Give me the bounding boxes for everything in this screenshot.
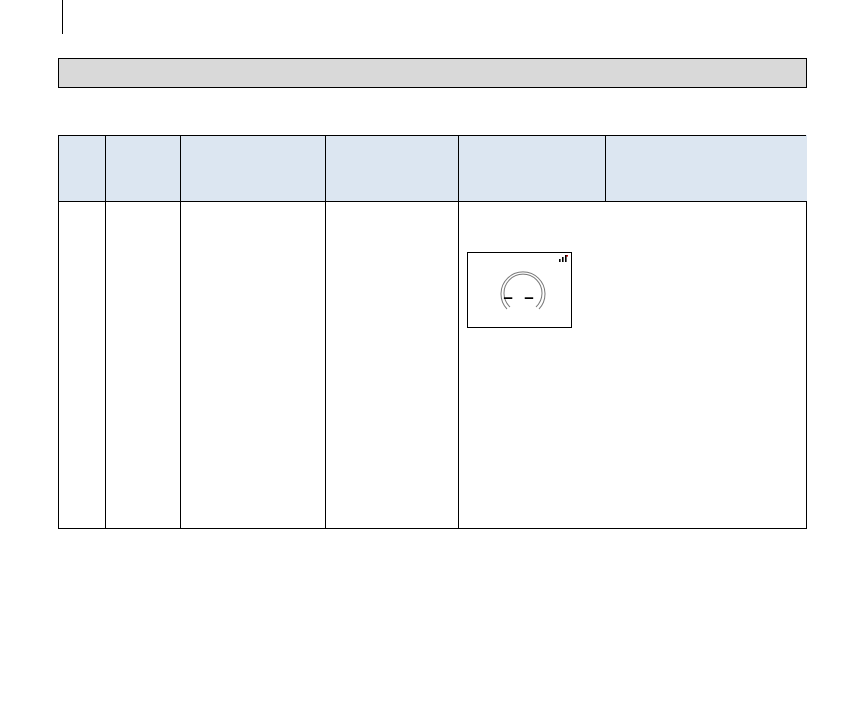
gauge-reading: – – (503, 290, 536, 306)
section-title-bar (58, 58, 807, 88)
row-cell-4 (325, 201, 459, 529)
table-row: – – (58, 201, 807, 529)
table-header-row (58, 135, 807, 202)
device-screen-image: – – (467, 252, 572, 328)
row-cell-2 (105, 201, 181, 529)
header-cell-3 (180, 135, 326, 202)
signal-bars-icon (559, 255, 568, 262)
display-cell: – – (458, 201, 807, 529)
header-cell-6 (605, 135, 807, 202)
header-cell-5 (458, 135, 606, 202)
spec-table: – – (58, 135, 807, 529)
header-cell-1 (58, 135, 106, 202)
row-cell-3 (180, 201, 326, 529)
page-margin-rule (62, 0, 63, 34)
header-cell-4 (325, 135, 459, 202)
header-cell-2 (105, 135, 181, 202)
row-cell-1 (58, 201, 106, 529)
